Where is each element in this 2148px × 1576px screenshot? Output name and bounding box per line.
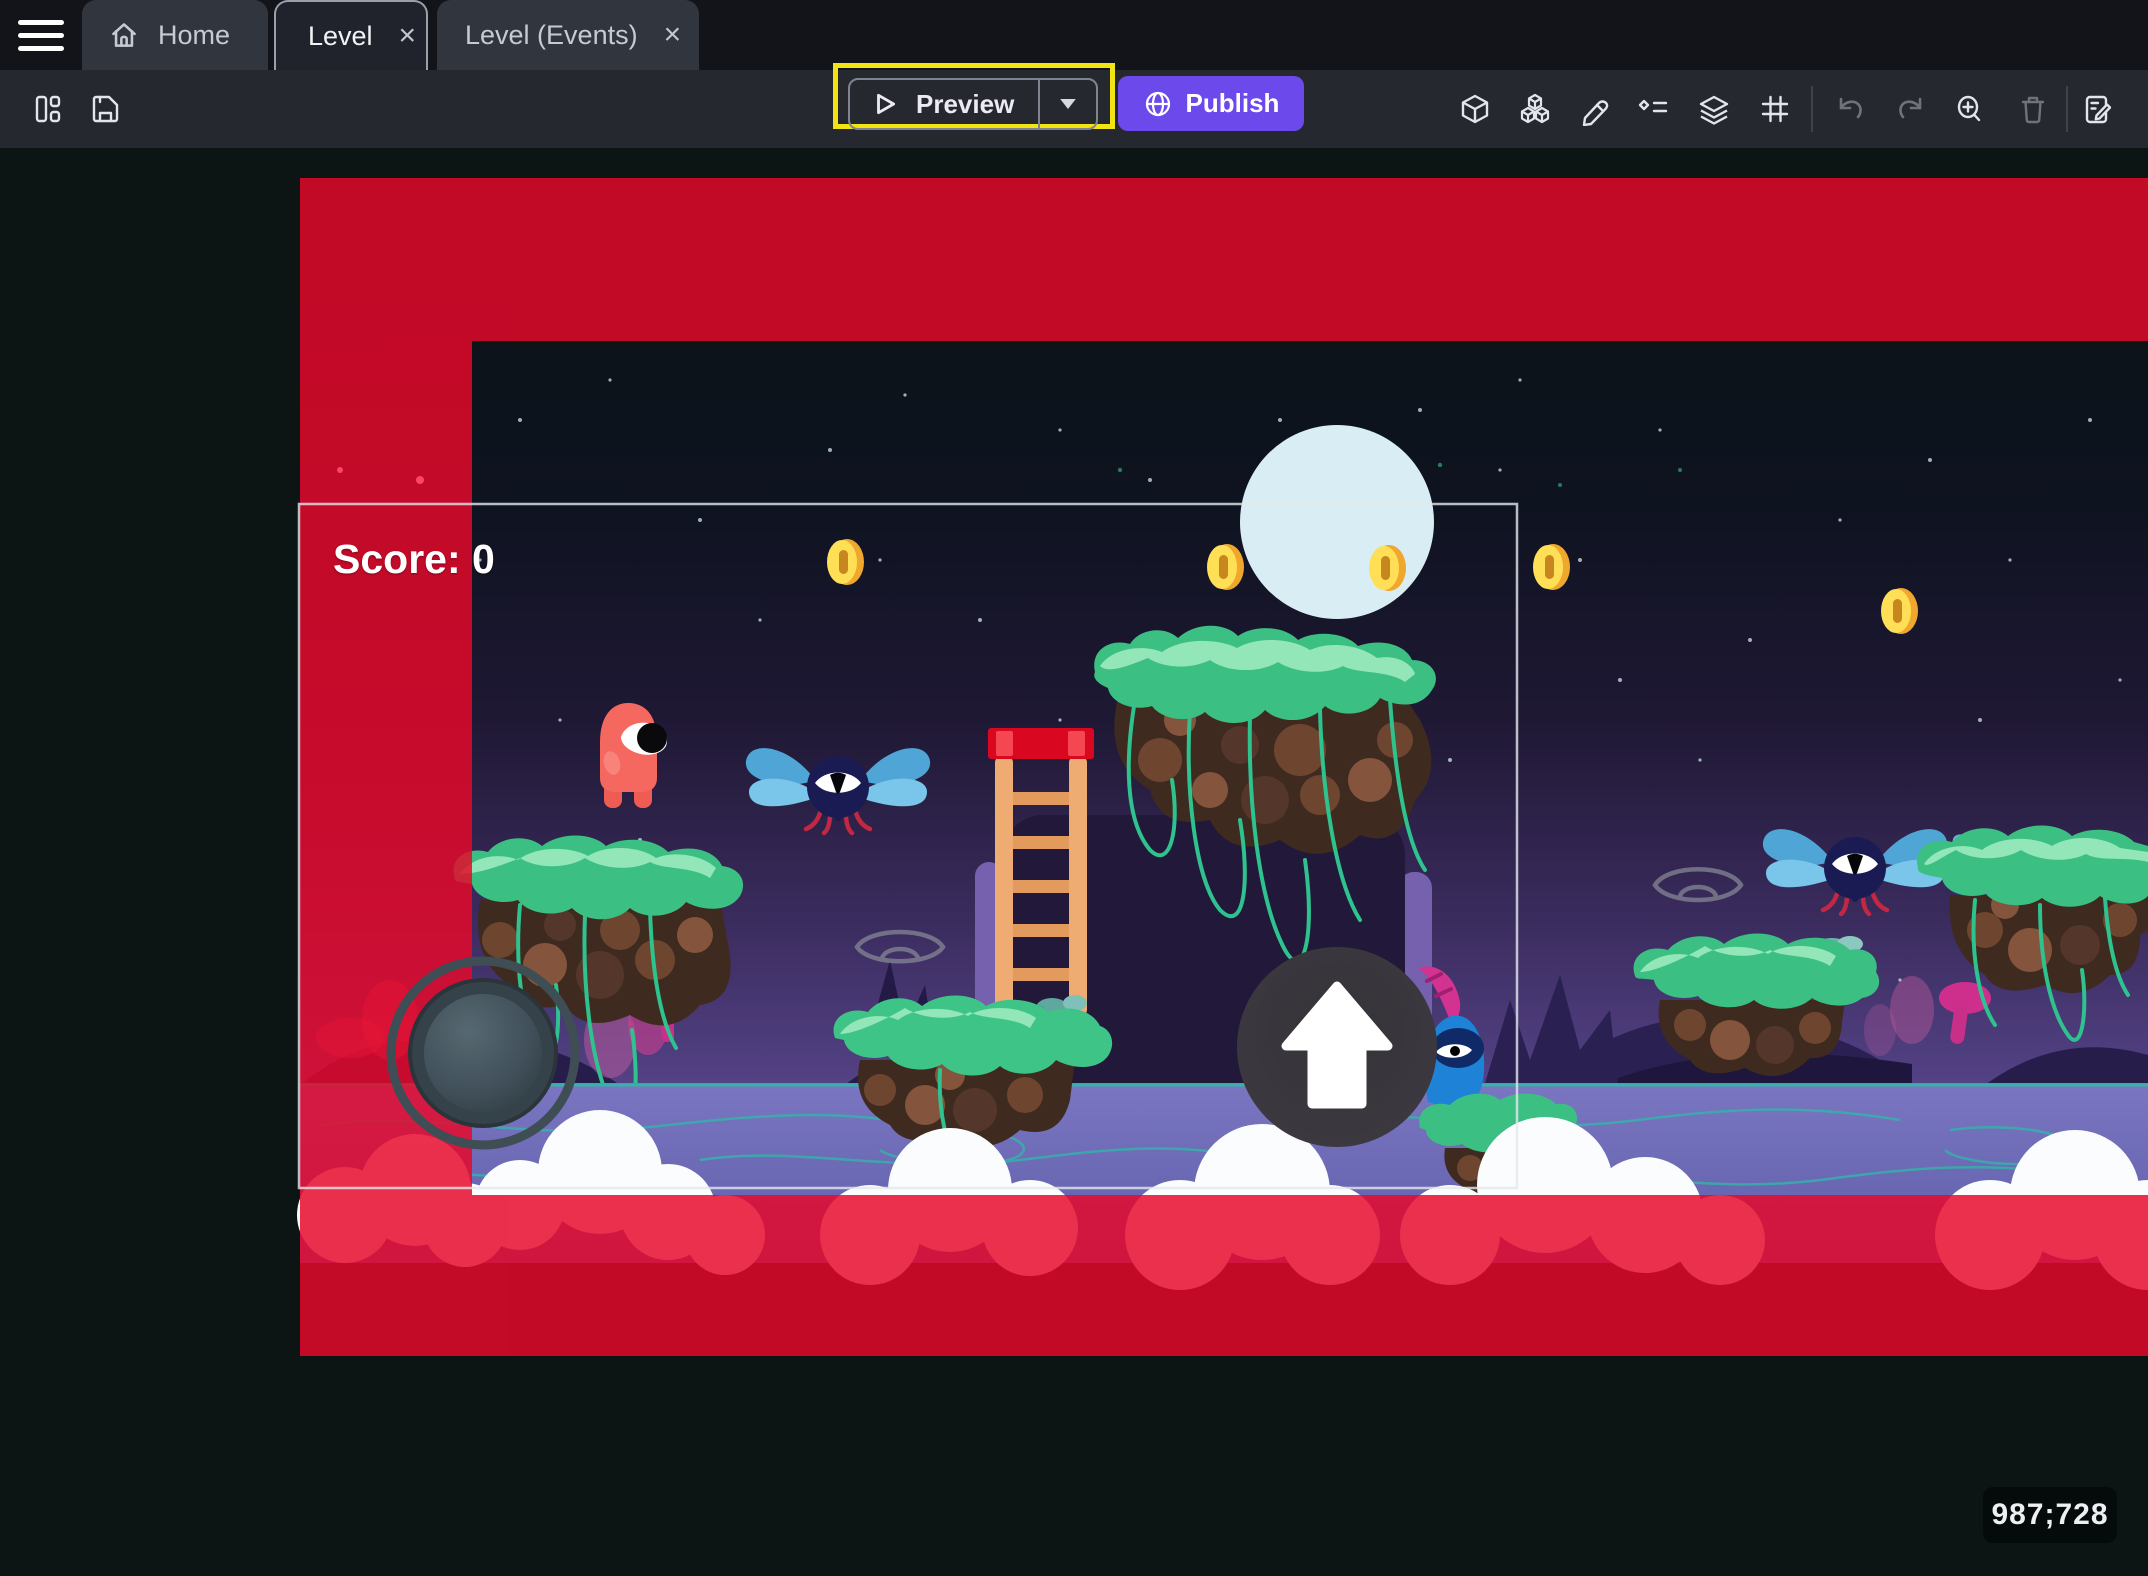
- close-tab-icon[interactable]: ×: [664, 20, 682, 50]
- scene-canvas[interactable]: [0, 148, 2148, 1576]
- preview-button[interactable]: Preview: [848, 78, 1098, 130]
- coin: [1881, 588, 1918, 634]
- preview-label: Preview: [916, 89, 1014, 120]
- close-tab-icon[interactable]: ×: [399, 21, 417, 51]
- cursor-coordinates-badge: 987;728: [1983, 1487, 2117, 1543]
- toolbar-divider: [1811, 86, 1813, 132]
- tab-label: Level: [308, 21, 373, 52]
- red-column-left[interactable]: [300, 178, 472, 1356]
- jump-button[interactable]: [1237, 947, 1437, 1147]
- pencil-icon[interactable]: [1577, 92, 1611, 126]
- instance-list-icon[interactable]: [1636, 92, 1670, 126]
- hamburger-menu-icon[interactable]: [14, 11, 76, 59]
- undo-icon[interactable]: [1831, 92, 1865, 126]
- editor-toolbar: Preview Publish: [0, 70, 2148, 148]
- red-band-top[interactable]: [300, 178, 2148, 341]
- edit-properties-icon[interactable]: [2082, 92, 2116, 126]
- object-cube-icon[interactable]: [1458, 92, 1492, 126]
- publish-label: Publish: [1186, 88, 1280, 119]
- red-band-bottom[interactable]: [300, 1195, 2148, 1356]
- tab-level[interactable]: Level ×: [274, 0, 428, 70]
- coin: [827, 539, 864, 585]
- tab-level-events[interactable]: Level (Events) ×: [437, 0, 699, 70]
- preview-button-main[interactable]: Preview: [850, 80, 1038, 128]
- coin: [1207, 544, 1244, 590]
- trash-icon[interactable]: [2016, 92, 2050, 126]
- publish-button[interactable]: Publish: [1118, 76, 1304, 131]
- tab-home[interactable]: Home: [82, 0, 268, 70]
- object-group-icon[interactable]: [1518, 92, 1552, 126]
- globe-icon: [1143, 89, 1173, 119]
- score-text: Score: 0: [333, 536, 495, 583]
- save-icon[interactable]: [88, 92, 122, 126]
- tab-label: Level (Events): [465, 20, 638, 51]
- grid-icon[interactable]: [1758, 92, 1792, 126]
- home-icon: [106, 17, 142, 53]
- virtual-joystick[interactable]: [391, 961, 575, 1145]
- tab-bar: Home Level × Level (Events) ×: [0, 0, 2148, 70]
- coin: [1369, 545, 1406, 591]
- coin: [1533, 544, 1570, 590]
- chevron-down-icon: [1060, 99, 1076, 109]
- toolbar-divider: [2066, 86, 2068, 132]
- tab-label: Home: [158, 20, 230, 51]
- redo-icon[interactable]: [1896, 92, 1930, 126]
- moon[interactable]: [1240, 425, 1434, 619]
- play-icon: [872, 91, 898, 117]
- preview-dropdown-button[interactable]: [1040, 80, 1096, 128]
- panels-layout-icon[interactable]: [31, 92, 65, 126]
- zoom-in-icon[interactable]: [1952, 92, 1986, 126]
- layers-icon[interactable]: [1697, 92, 1731, 126]
